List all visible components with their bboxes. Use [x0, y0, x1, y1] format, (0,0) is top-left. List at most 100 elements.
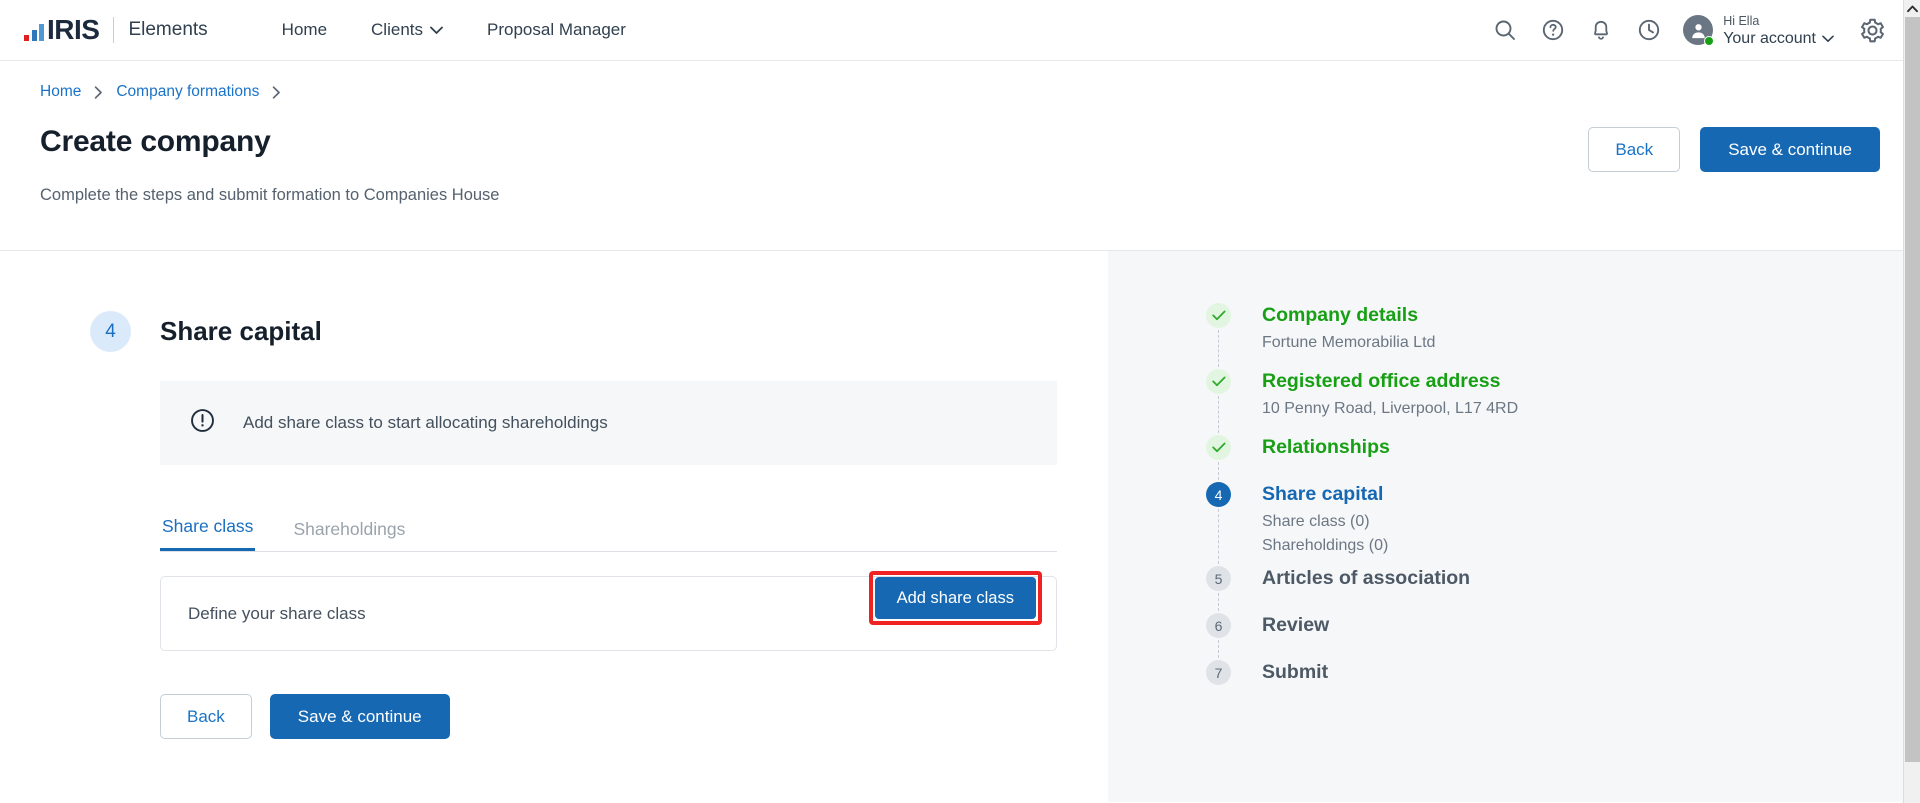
stepper-number-badge: 4 [1206, 482, 1231, 507]
iris-logo-bars-icon [24, 19, 44, 41]
stepper-item-relationships[interactable]: Relationships [1204, 435, 1920, 482]
logo-divider [113, 17, 114, 43]
step-panel: Add share class to start allocating shar… [160, 381, 1057, 739]
online-status-dot [1704, 36, 1714, 46]
stepper-item-articles-of-association[interactable]: 5 Articles of association [1204, 566, 1920, 613]
stepper-number-badge: 7 [1206, 660, 1231, 685]
stepper-marker-col: 6 [1204, 613, 1233, 660]
step-header: 4 Share capital [90, 311, 1108, 352]
stepper-item-registered-office-address[interactable]: Registered office address 10 Penny Road,… [1204, 369, 1920, 435]
header-save-continue-button[interactable]: Save & continue [1700, 127, 1880, 172]
step-back-button[interactable]: Back [160, 694, 252, 739]
page-subtitle: Complete the steps and submit formation … [40, 186, 1880, 205]
breadcrumb-item-home[interactable]: Home [40, 83, 81, 101]
stepper-item-company-details[interactable]: Company details Fortune Memorabilia Ltd [1204, 303, 1920, 369]
step-title: Share capital [160, 316, 322, 347]
stepper-title: Submit [1262, 660, 1328, 684]
nav-item-home-label: Home [282, 20, 327, 40]
stepper-connector [1218, 330, 1219, 367]
stepper-title: Share capital [1262, 482, 1388, 506]
share-capital-tabs: Share class Shareholdings [160, 509, 1057, 552]
stepper-subtitle: 10 Penny Road, Liverpool, L17 4RD [1262, 398, 1518, 421]
highlight-annotation: Add share class [869, 571, 1042, 625]
stepper-title: Relationships [1262, 435, 1390, 459]
brand-name: IRIS [47, 16, 99, 44]
stepper-text: Company details Fortune Memorabilia Ltd [1262, 303, 1435, 369]
help-circle-icon[interactable] [1529, 6, 1577, 54]
stepper-connector [1218, 593, 1219, 611]
stepper-subtitle: Fortune Memorabilia Ltd [1262, 332, 1435, 355]
stepper-subtitle-share-class: Share class (0) [1262, 511, 1388, 534]
nav-item-home[interactable]: Home [260, 0, 349, 60]
account-menu[interactable]: Hi Ella Your account [1683, 12, 1834, 49]
check-icon [1206, 435, 1231, 460]
chevron-down-icon [430, 26, 443, 35]
nav-item-clients[interactable]: Clients [349, 0, 465, 60]
formation-stepper: Company details Fortune Memorabilia Ltd … [1204, 303, 1920, 690]
stepper-marker-col: 7 [1204, 660, 1233, 690]
stepper-number-badge: 5 [1206, 566, 1231, 591]
add-share-class-button[interactable]: Add share class [875, 577, 1036, 619]
stepper-connector [1218, 462, 1219, 480]
stepper-connector [1218, 509, 1219, 564]
stepper-number-badge: 6 [1206, 613, 1231, 638]
stepper-title: Registered office address [1262, 369, 1518, 393]
stepper-text: Relationships [1262, 435, 1390, 482]
stepper-marker-col [1204, 303, 1233, 369]
check-icon [1206, 303, 1231, 328]
share-class-card-label: Define your share class [188, 604, 366, 624]
breadcrumb: Home Company formations [40, 83, 1880, 101]
info-alert: Add share class to start allocating shar… [160, 381, 1057, 465]
iris-elements-logo[interactable]: IRIS Elements [24, 16, 208, 44]
stepper-text: Review [1262, 613, 1329, 660]
stepper-text: Share capital Share class (0) Shareholdi… [1262, 482, 1388, 566]
header-actions: Back Save & continue [1588, 127, 1880, 172]
formation-progress-sidebar: Company details Fortune Memorabilia Ltd … [1108, 251, 1920, 802]
header-back-button[interactable]: Back [1588, 127, 1680, 172]
tab-share-class[interactable]: Share class [160, 516, 255, 551]
gear-icon[interactable] [1846, 6, 1898, 54]
stepper-title: Company details [1262, 303, 1435, 327]
scrollbar-thumb[interactable] [1905, 17, 1920, 762]
stepper-connector [1218, 640, 1219, 658]
nav-utility-group: Hi Ella Your account [1481, 6, 1898, 54]
stepper-item-share-capital[interactable]: 4 Share capital Share class (0) Sharehol… [1204, 482, 1920, 566]
share-class-card: Define your share class Add share class [160, 576, 1057, 651]
stepper-title: Articles of association [1262, 566, 1470, 590]
bell-icon[interactable] [1577, 6, 1625, 54]
account-labels: Hi Ella Your account [1723, 12, 1834, 49]
scrollbar-up-arrow-icon[interactable] [1904, 0, 1920, 17]
account-name-row: Your account [1723, 30, 1834, 48]
nav-item-proposal-manager-label: Proposal Manager [487, 20, 626, 40]
search-icon[interactable] [1481, 6, 1529, 54]
stepper-text: Registered office address 10 Penny Road,… [1262, 369, 1518, 435]
stepper-marker-col: 5 [1204, 566, 1233, 613]
chevron-right-icon [272, 86, 281, 99]
stepper-connector [1218, 396, 1219, 433]
step-number-badge: 4 [90, 311, 131, 352]
stepper-text: Articles of association [1262, 566, 1470, 613]
step-save-continue-button[interactable]: Save & continue [270, 694, 450, 739]
chevron-down-icon [1822, 35, 1834, 43]
avatar [1683, 15, 1713, 45]
nav-item-proposal-manager[interactable]: Proposal Manager [465, 0, 648, 60]
stepper-title: Review [1262, 613, 1329, 637]
breadcrumb-item-company-formations[interactable]: Company formations [116, 83, 259, 101]
stepper-item-review[interactable]: 6 Review [1204, 613, 1920, 660]
top-navigation-bar: IRIS Elements Home Clients Proposal Mana… [0, 0, 1920, 61]
stepper-text: Submit [1262, 660, 1328, 690]
account-label: Your account [1723, 30, 1816, 48]
page-scrollbar[interactable] [1903, 0, 1920, 803]
clock-icon[interactable] [1625, 6, 1673, 54]
stepper-marker-col: 4 [1204, 482, 1233, 566]
main-content: 4 Share capital Add share class to start… [0, 251, 1108, 802]
exclamation-circle-icon [189, 407, 216, 439]
chevron-right-icon [94, 86, 103, 99]
nav-item-clients-label: Clients [371, 20, 423, 40]
info-alert-text: Add share class to start allocating shar… [243, 413, 608, 433]
primary-nav: Home Clients Proposal Manager [260, 0, 648, 60]
tab-shareholdings[interactable]: Shareholdings [291, 519, 407, 551]
step-actions: Back Save & continue [160, 694, 1057, 739]
stepper-item-submit[interactable]: 7 Submit [1204, 660, 1920, 690]
page-body: 4 Share capital Add share class to start… [0, 250, 1920, 802]
